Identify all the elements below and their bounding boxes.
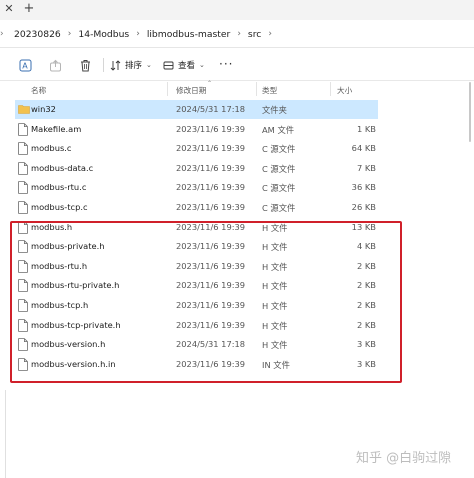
file-modified-date: 2023/11/6 19:39 (176, 182, 246, 193)
file-size: 1 KB (356, 123, 376, 134)
column-header-date[interactable]: 修改日期 (176, 85, 206, 96)
file-name: Makefile.am (31, 123, 82, 134)
file-icon (18, 142, 28, 155)
breadcrumb-item[interactable]: libmodbus-master (141, 29, 237, 40)
column-header-size[interactable]: 大小 (337, 85, 352, 96)
file-modified-date: 2024/5/31 17:18 (176, 104, 246, 114)
file-type: C 源文件 (262, 144, 296, 155)
folder-icon (18, 103, 30, 116)
watermark: 知乎 @白驹过隙 (356, 451, 452, 466)
column-header-type[interactable]: 类型 (262, 85, 277, 96)
file-modified-date: 2023/11/6 19:39 (176, 162, 246, 173)
scrollbar-thumb[interactable] (469, 82, 471, 142)
breadcrumb: 20230826 › 14-Modbus › libmodbus-master … (8, 20, 273, 48)
view-icon (163, 60, 174, 71)
file-icon (18, 181, 28, 195)
tab-strip: ✕ + (0, 0, 474, 20)
file-size: 64 KB (351, 143, 376, 154)
rename-icon[interactable]: A (18, 58, 32, 72)
more-options-button[interactable]: ··· (219, 57, 233, 71)
chevron-right-icon[interactable]: › (267, 29, 273, 39)
file-type: C 源文件 (262, 203, 296, 213)
file-name: win32 (31, 104, 56, 114)
scrollbar[interactable] (468, 82, 472, 478)
file-icon (18, 161, 28, 175)
close-tab-icon[interactable]: ✕ (2, 2, 16, 16)
address-bar[interactable]: › 20230826 › 14-Modbus › libmodbus-maste… (0, 20, 474, 48)
column-divider[interactable] (256, 82, 257, 96)
file-type: 文件夹 (262, 105, 287, 115)
file-size: 36 KB (351, 182, 376, 193)
file-size: 7 KB (356, 162, 376, 173)
sort-icon (110, 59, 121, 71)
sort-button[interactable]: 排序 ⌄ (110, 57, 152, 73)
file-row[interactable]: modbus-rtu.c 2023/11/6 19:39 C 源文件 36 KB (15, 178, 378, 197)
column-divider[interactable] (330, 82, 331, 96)
new-tab-button[interactable]: + (22, 2, 36, 16)
column-header-name[interactable]: 名称 (31, 85, 46, 96)
chevron-right-icon: › (0, 29, 4, 39)
chevron-down-icon: ⌄ (146, 61, 152, 69)
file-row[interactable]: modbus.c 2023/11/6 19:39 C 源文件 64 KB (15, 139, 378, 158)
file-row[interactable]: Makefile.am 2023/11/6 19:39 AM 文件 1 KB (15, 120, 378, 139)
file-row[interactable]: modbus-tcp.c 2023/11/6 19:39 C 源文件 26 KB (15, 198, 378, 217)
file-name: modbus-tcp.c (31, 202, 88, 212)
file-type: C 源文件 (262, 163, 296, 174)
file-modified-date: 2023/11/6 19:39 (176, 123, 246, 134)
column-header-row: ⌃ 名称 修改日期 类型 大小 (0, 80, 474, 98)
breadcrumb-item[interactable]: src (242, 29, 267, 40)
view-button[interactable]: 查看 ⌄ (163, 57, 205, 73)
column-divider[interactable] (167, 82, 168, 96)
file-modified-date: 2023/11/6 19:39 (176, 143, 246, 154)
share-icon[interactable] (48, 58, 62, 72)
toolbar-divider (103, 58, 104, 72)
chevron-down-icon: ⌄ (199, 61, 205, 69)
breadcrumb-item[interactable]: 14-Modbus (72, 29, 135, 40)
file-icon (18, 122, 28, 136)
file-size: 26 KB (351, 202, 376, 212)
pane-divider (5, 390, 6, 478)
file-row[interactable]: modbus-data.c 2023/11/6 19:39 C 源文件 7 KB (15, 159, 378, 178)
breadcrumb-item[interactable]: 20230826 (8, 29, 67, 40)
file-icon (18, 201, 28, 214)
folder-row[interactable]: win32 2024/5/31 17:18 文件夹 (15, 100, 378, 119)
file-modified-date: 2023/11/6 19:39 (176, 202, 246, 212)
delete-icon[interactable] (78, 58, 92, 72)
view-label: 查看 (178, 61, 196, 71)
highlight-box (10, 221, 402, 383)
file-type: AM 文件 (262, 124, 295, 135)
file-name: modbus-data.c (31, 162, 94, 173)
command-bar: A 排序 ⌄ 查看 ⌄ ··· (0, 49, 474, 81)
file-name: modbus.c (31, 143, 72, 154)
sort-label: 排序 (125, 61, 143, 71)
file-name: modbus-rtu.c (31, 182, 87, 193)
sort-caret-icon: ⌃ (207, 80, 213, 87)
svg-text:A: A (22, 61, 28, 70)
file-type: C 源文件 (262, 183, 296, 194)
